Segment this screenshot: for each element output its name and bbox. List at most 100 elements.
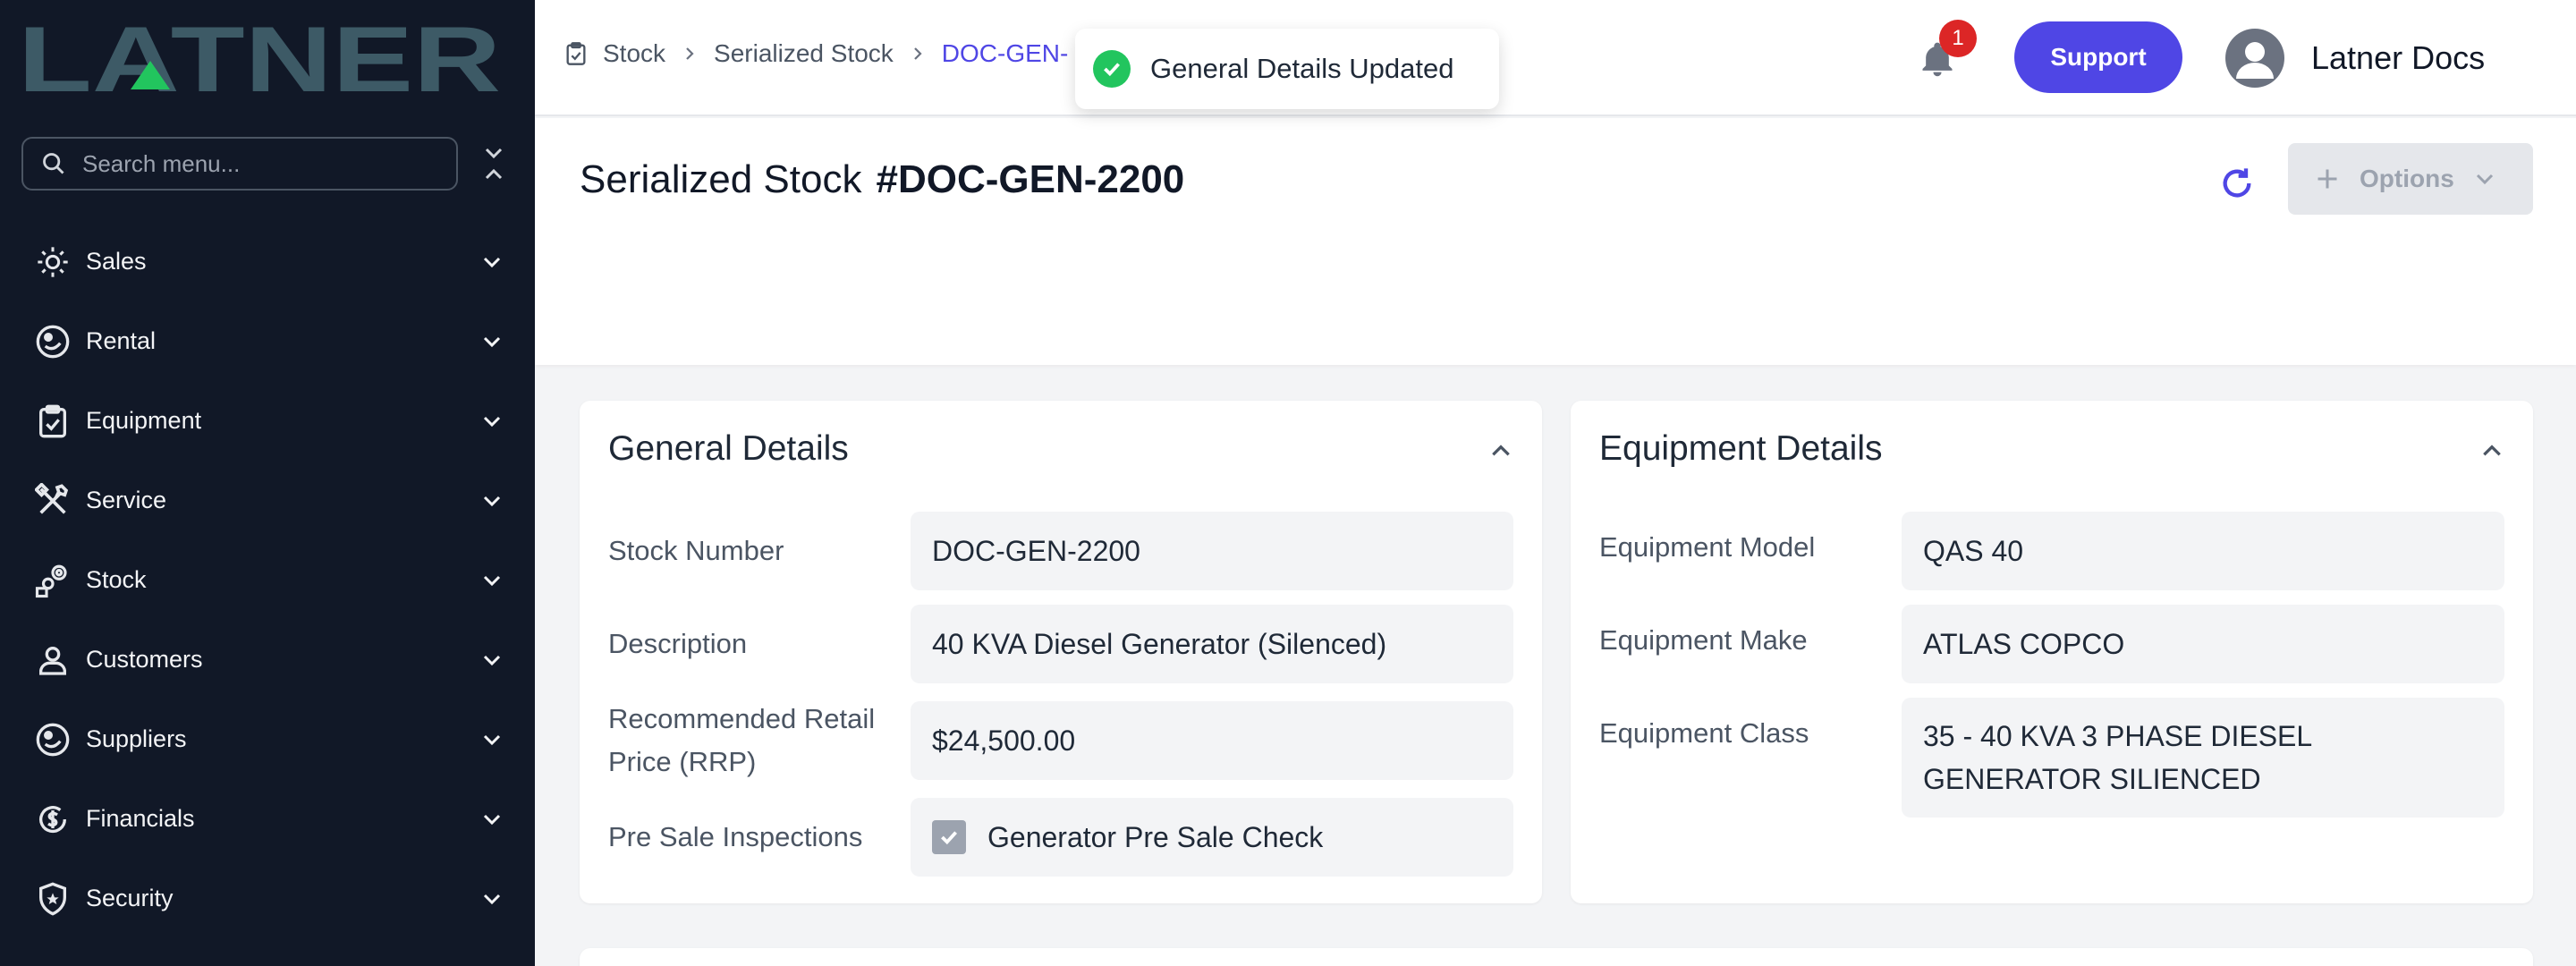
collapse-equipment-details-button[interactable]: [2474, 433, 2510, 469]
general-details-card: General Details Stock Number DOC-GEN-220…: [580, 401, 1542, 903]
equipment-class-line: GENERATOR SILIENCED: [1923, 763, 2261, 795]
sidebar-nav: Sales Rental Equipment Service Stock Cus…: [0, 222, 535, 938]
notification-count-badge: 1: [1939, 20, 1977, 57]
sidebar-item-equipment[interactable]: Equipment: [0, 381, 535, 461]
user-avatar-icon: [2236, 42, 2274, 79]
chevron-down-icon: [478, 407, 506, 436]
card-title: General Details: [608, 429, 849, 468]
inspection-checkbox[interactable]: [932, 820, 966, 854]
suppliers-icon: [34, 721, 72, 758]
toast-message: General Details Updated: [1150, 53, 1454, 84]
user-icon: [34, 641, 72, 679]
support-button[interactable]: Support: [2014, 21, 2182, 93]
rrp-label-line: Recommended Retail: [608, 703, 876, 734]
sidebar-item-stock[interactable]: Stock: [0, 540, 535, 620]
chevron-right-icon: [682, 46, 698, 62]
page-title: Serialized Stock #DOC-GEN-2200: [580, 157, 1184, 202]
search-menu-input[interactable]: [82, 149, 440, 178]
equipment-make-field[interactable]: ATLAS COPCO: [1902, 605, 2504, 683]
sidebar-item-customers[interactable]: Customers: [0, 620, 535, 699]
collapse-general-details-button[interactable]: [1483, 433, 1519, 469]
shield-icon: [34, 880, 72, 918]
next-section-card: [580, 948, 2533, 966]
equipment-class-line: 35 - 40 KVA 3 PHASE DIESEL: [1923, 720, 2313, 752]
equipment-model-label: Equipment Model: [1599, 531, 1816, 563]
equipment-model-field[interactable]: QAS 40: [1902, 512, 2504, 590]
page-header: Serialized Stock #DOC-GEN-2200 Options: [535, 118, 2576, 365]
collapse-menu-button[interactable]: [479, 143, 508, 184]
sidebar-item-label: Customers: [86, 646, 203, 673]
sidebar-item-service[interactable]: Service: [0, 461, 535, 540]
sidebar-item-rental[interactable]: Rental: [0, 301, 535, 381]
svg-text:LATNER: LATNER: [18, 20, 501, 97]
chevron-down-icon: [478, 566, 506, 595]
breadcrumb: Stock Serialized Stock DOC-GEN-: [564, 39, 1073, 68]
rrp-label-line: Price (RRP): [608, 746, 757, 777]
clipboard-icon: [34, 402, 72, 440]
stock-icon: [34, 562, 72, 599]
plus-icon: [2315, 166, 2340, 191]
breadcrumb-current: DOC-GEN-: [941, 39, 1069, 67]
chevron-down-icon: [478, 646, 506, 674]
sidebar: LATNER Sales Rental Equipment: [0, 0, 535, 966]
refresh-button[interactable]: [2213, 159, 2261, 208]
sidebar-item-label: Stock: [86, 566, 147, 593]
chevron-down-icon: [478, 327, 506, 356]
sidebar-item-label: Security: [86, 885, 174, 911]
pre-sale-inspections-field: Generator Pre Sale Check: [911, 798, 1513, 877]
top-header: Stock Serialized Stock DOC-GEN- 1 Suppor…: [535, 0, 2576, 116]
sidebar-item-suppliers[interactable]: Suppliers: [0, 699, 535, 779]
record-id: #DOC-GEN-2200: [876, 157, 1185, 201]
description-field[interactable]: 40 KVA Diesel Generator (Silenced): [911, 605, 1513, 683]
sidebar-item-label: Equipment: [86, 407, 202, 434]
checkmark-icon: [941, 831, 957, 845]
rrp-field[interactable]: $24,500.00: [911, 701, 1513, 780]
chevron-down-icon: [2474, 168, 2496, 190]
sidebar-search: [21, 137, 458, 191]
clipboard-icon: [564, 41, 589, 66]
user-name[interactable]: Latner Docs: [2311, 39, 2485, 77]
sales-icon: [34, 243, 72, 281]
sidebar-item-security[interactable]: Security: [0, 859, 535, 938]
equipment-class-field[interactable]: 35 - 40 KVA 3 PHASE DIESEL GENERATOR SIL…: [1902, 698, 2504, 818]
breadcrumb-serialized-stock[interactable]: Serialized Stock: [714, 39, 894, 68]
rrp-label: Recommended Retail Price (RRP): [608, 698, 875, 784]
avatar[interactable]: [2225, 29, 2284, 88]
sidebar-item-label: Rental: [86, 327, 157, 354]
description-label: Description: [608, 628, 748, 659]
sidebar-item-label: Sales: [86, 248, 147, 275]
pre-sale-inspections-label: Pre Sale Inspections: [608, 821, 863, 852]
dollar-icon: [34, 801, 72, 838]
chevron-up-icon: [1492, 445, 1510, 456]
equipment-make-label: Equipment Make: [1599, 624, 1808, 656]
check-circle-icon: [1093, 50, 1131, 88]
equipment-class-label: Equipment Class: [1599, 717, 1809, 749]
refresh-icon: [2223, 168, 2251, 198]
chevron-down-icon: [478, 725, 506, 754]
chevron-right-icon: [910, 46, 926, 62]
sidebar-item-label: Service: [86, 487, 167, 513]
tools-icon: [34, 482, 72, 520]
chevron-down-icon: [478, 805, 506, 834]
breadcrumb-stock[interactable]: Stock: [603, 39, 665, 68]
sidebar-item-label: Financials: [86, 805, 195, 832]
inspection-item-label: Generator Pre Sale Check: [987, 821, 1324, 853]
sidebar-item-sales[interactable]: Sales: [0, 222, 535, 301]
equipment-details-card: Equipment Details Equipment Model QAS 40…: [1571, 401, 2533, 903]
sidebar-item-financials[interactable]: Financials: [0, 779, 535, 859]
sidebar-item-label: Suppliers: [86, 725, 187, 752]
chevron-down-icon: [478, 885, 506, 913]
options-button[interactable]: Options: [2288, 143, 2533, 215]
chevron-up-icon: [2483, 445, 2501, 456]
chevron-down-icon: [478, 487, 506, 515]
toast-notification: General Details Updated: [1075, 29, 1499, 109]
page-title-text: Serialized Stock: [580, 157, 862, 201]
rental-icon: [34, 323, 72, 360]
options-label: Options: [2360, 165, 2454, 192]
card-title: Equipment Details: [1599, 429, 1883, 468]
search-icon: [43, 153, 64, 174]
collapse-chevrons-icon: [485, 148, 503, 180]
latner-logo[interactable]: LATNER: [18, 20, 501, 97]
chevron-down-icon: [478, 248, 506, 276]
stock-number-field[interactable]: DOC-GEN-2200: [911, 512, 1513, 590]
